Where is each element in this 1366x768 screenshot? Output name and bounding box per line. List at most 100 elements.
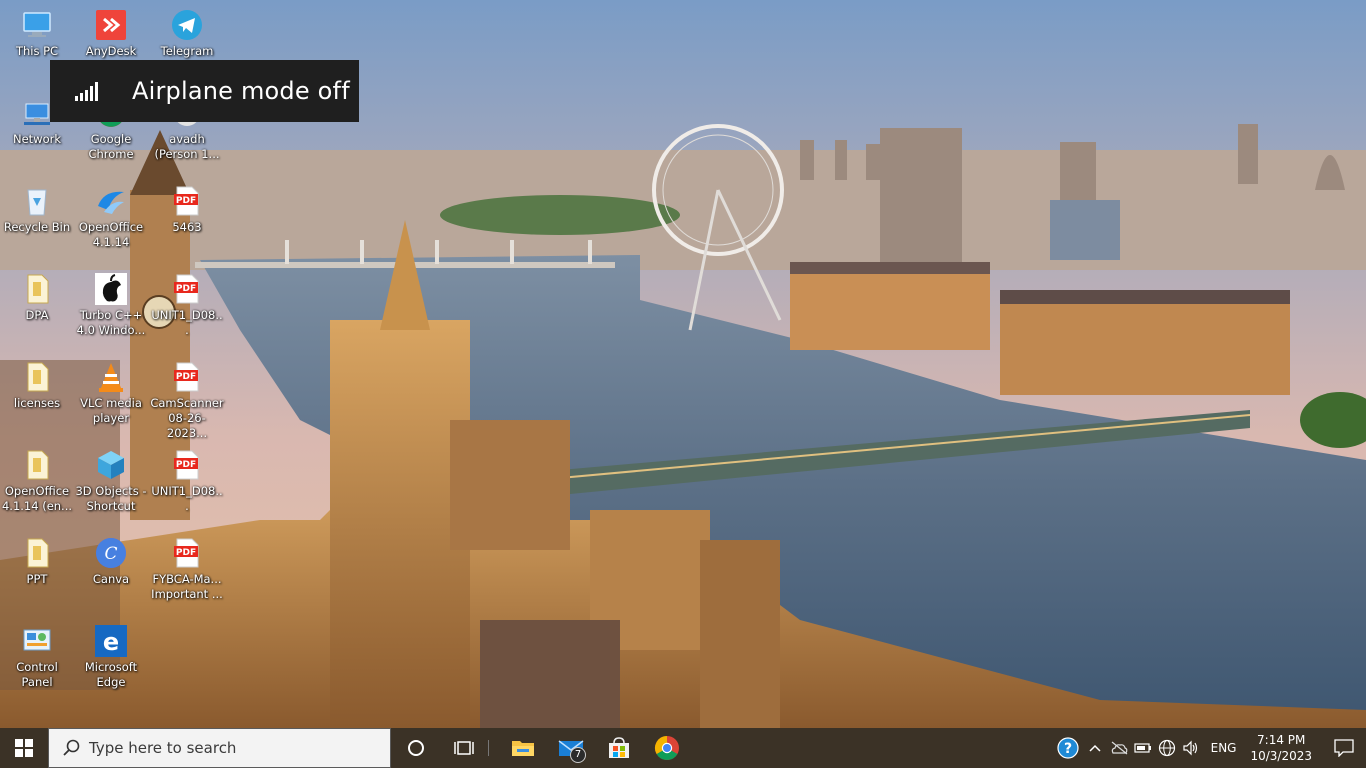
desktop-icon-fybca[interactable]: PDF FYBCA-Ma... Important ... <box>150 532 224 602</box>
search-icon <box>53 739 89 757</box>
mail-unread-badge: 7 <box>570 747 586 763</box>
document-icon <box>20 360 54 394</box>
start-button[interactable] <box>0 728 48 768</box>
desktop-icon-canva[interactable]: C Canva <box>74 532 148 587</box>
openoffice-icon <box>94 184 128 218</box>
desktop-icon-label: 5463 <box>172 220 202 234</box>
svg-text:C: C <box>104 544 117 564</box>
desktop-icon-licenses[interactable]: licenses <box>0 356 74 411</box>
chevron-up-icon <box>1089 744 1101 752</box>
desktop-icon-dpa[interactable]: DPA <box>0 268 74 323</box>
document-icon <box>20 448 54 482</box>
clock-time: 7:14 PM <box>1257 733 1306 747</box>
desktop-icon-turbo-cpp[interactable]: Turbo C++ 4.0 Windo... <box>74 268 148 338</box>
recycle-bin-icon <box>20 184 54 218</box>
desktop-icon-label: Control Panel <box>16 660 58 689</box>
pdf-icon: PDF <box>170 272 204 306</box>
desktop-icon-openoffice[interactable]: OpenOffice 4.1.14 <box>74 180 148 250</box>
help-tray-icon[interactable]: ? <box>1053 728 1083 768</box>
cortana-button[interactable] <box>392 728 440 768</box>
speaker-icon <box>1183 740 1197 756</box>
chrome-icon <box>654 736 679 761</box>
folder-icon <box>512 741 534 756</box>
onedrive-tray-icon[interactable] <box>1107 728 1131 768</box>
desktop-icon-label: This PC <box>15 44 59 58</box>
desktop-icon-label: Telegram <box>160 44 214 58</box>
store-icon <box>609 737 629 758</box>
notification-icon <box>1334 739 1354 757</box>
desktop-icon-label: OpenOffice 4.1.14 <box>78 220 144 249</box>
cortana-icon <box>408 740 424 756</box>
task-view-button[interactable] <box>440 728 488 768</box>
3d-objects-icon <box>94 448 128 482</box>
desktop-icon-unit1-a[interactable]: PDF UNIT1_D08... <box>150 268 224 338</box>
desktop-icon-telegram[interactable]: Telegram <box>150 4 224 59</box>
anydesk-icon <box>94 8 128 42</box>
toast-text: Airplane mode off <box>132 77 350 105</box>
action-center-button[interactable] <box>1322 728 1366 768</box>
apple-icon <box>94 272 128 306</box>
desktop-icon-pdf-5463[interactable]: PDF 5463 <box>150 180 224 235</box>
desktop-icon-this-pc[interactable]: This PC <box>0 4 74 59</box>
desktop-icon-camscanner[interactable]: PDF CamScanner 08-26-2023... <box>150 356 224 441</box>
desktop-icon-3d-objects[interactable]: 3D Objects - Shortcut <box>74 444 148 514</box>
pdf-badge-text: PDF <box>176 284 196 294</box>
show-hidden-icons-button[interactable] <box>1083 728 1107 768</box>
taskbar-mail[interactable]: 7 <box>547 728 595 768</box>
pdf-badge-text: PDF <box>176 372 196 382</box>
control-panel-icon <box>20 624 54 658</box>
network-icon <box>20 96 54 130</box>
svg-text:?: ? <box>1064 741 1072 757</box>
desktop-icon-label: Google Chrome <box>88 132 134 161</box>
desktop-icon-label: PPT <box>26 572 48 586</box>
desktop-icon-unit1-b[interactable]: PDF UNIT1_D08... <box>150 444 224 514</box>
taskbar-chrome[interactable] <box>643 728 691 768</box>
clock-date: 10/3/2023 <box>1250 749 1312 763</box>
pdf-icon: PDF <box>170 448 204 482</box>
taskbar-file-explorer[interactable] <box>499 728 547 768</box>
desktop-icon-label: UNIT1_D08... <box>151 308 223 337</box>
signal-bars-icon <box>75 81 99 101</box>
airplane-mode-toast[interactable]: Airplane mode off <box>50 60 359 122</box>
desktop-icon-ppt[interactable]: PPT <box>0 532 74 587</box>
battery-tray-icon[interactable] <box>1131 728 1155 768</box>
desktop-icon-label: 3D Objects - Shortcut <box>75 484 147 513</box>
desktop-icon-edge[interactable]: e Microsoft Edge <box>74 620 148 690</box>
desktop-icon-label: licenses <box>13 396 61 410</box>
globe-icon <box>1158 739 1175 757</box>
taskbar-store[interactable] <box>595 728 643 768</box>
pdf-badge-text: PDF <box>176 196 196 206</box>
desktop-icon-vlc[interactable]: VLC media player <box>74 356 148 426</box>
canva-icon: C <box>94 536 128 570</box>
battery-icon <box>1134 743 1151 753</box>
taskbar: Type here to search 7 ? ENG 7:14 PM 10/3… <box>0 728 1366 768</box>
pdf-badge-text: PDF <box>176 460 196 470</box>
document-icon <box>20 272 54 306</box>
desktop-icon-label: CamScanner 08-26-2023... <box>150 396 224 440</box>
pdf-icon: PDF <box>170 360 204 394</box>
computer-icon <box>20 8 54 42</box>
desktop-icon-recycle-bin[interactable]: Recycle Bin <box>0 180 74 235</box>
help-icon: ? <box>1057 737 1079 759</box>
network-tray-icon[interactable] <box>1155 728 1179 768</box>
desktop-icon-label: AnyDesk <box>85 44 137 58</box>
desktop-icon-control-panel[interactable]: Control Panel <box>0 620 74 690</box>
desktop-icon-label: Recycle Bin <box>3 220 71 234</box>
taskbar-clock[interactable]: 7:14 PM 10/3/2023 <box>1250 732 1312 764</box>
desktop-icon-label: Turbo C++ 4.0 Windo... <box>76 308 146 337</box>
telegram-icon <box>170 8 204 42</box>
input-language-indicator[interactable]: ENG <box>1211 741 1237 755</box>
vlc-icon <box>94 360 128 394</box>
desktop-icon-label: Canva <box>92 572 130 586</box>
cloud-offline-icon <box>1111 741 1128 755</box>
desktop-icon-label: avadh (Person 1... <box>154 132 220 161</box>
desktop-icon-anydesk[interactable]: AnyDesk <box>74 4 148 59</box>
volume-tray-icon[interactable] <box>1179 728 1203 768</box>
desktop-icon-openoffice-en[interactable]: OpenOffice 4.1.14 (en... <box>0 444 74 514</box>
desktop-icon-label: UNIT1_D08... <box>151 484 223 513</box>
search-placeholder: Type here to search <box>89 739 237 757</box>
desktop-icon-label: Microsoft Edge <box>84 660 138 689</box>
taskbar-search-box[interactable]: Type here to search <box>48 728 391 768</box>
desktop-icon-label: OpenOffice 4.1.14 (en... <box>1 484 73 513</box>
task-view-icon <box>454 741 474 755</box>
